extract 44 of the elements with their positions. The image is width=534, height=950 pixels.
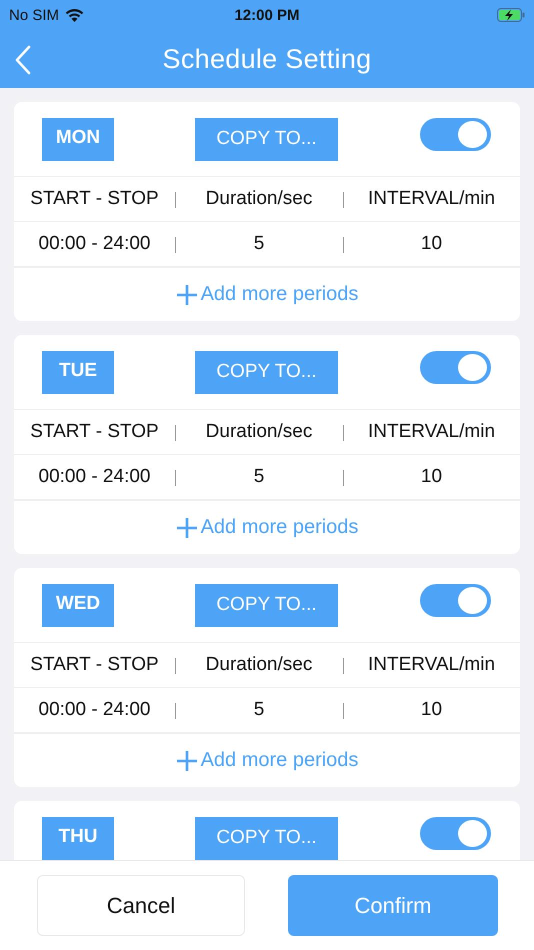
copy-to-button[interactable]: COPY TO...: [195, 584, 338, 626]
column-header: INTERVAL/min: [368, 654, 496, 675]
day-label: MON: [42, 118, 114, 160]
day-label: WED: [42, 584, 114, 626]
column-header: Duration/sec: [206, 654, 312, 675]
table-cell: 00:00 - 24:00: [38, 233, 150, 254]
column-header: INTERVAL/min: [368, 421, 496, 442]
battery-icon: [497, 8, 525, 22]
day-toggle[interactable]: [420, 351, 491, 384]
plus-icon: [176, 284, 198, 306]
copy-to-button[interactable]: COPY TO...: [195, 350, 338, 394]
column-header: Duration/sec: [206, 188, 312, 209]
table-cell: 10: [420, 699, 442, 720]
add-periods-button[interactable]: Add more periods: [14, 499, 520, 554]
clock-time: 12:00 PM: [234, 6, 300, 24]
column-header: START - STOP: [30, 188, 159, 209]
table-cell: 5: [254, 699, 264, 720]
page-title: Schedule Setting: [162, 44, 372, 74]
day-label: TUE: [42, 350, 114, 394]
add-periods-button[interactable]: Add more periods: [14, 266, 520, 321]
day-toggle[interactable]: [420, 118, 491, 151]
column-header: START - STOP: [30, 654, 159, 675]
table-cell: 10: [420, 466, 442, 487]
plus-icon: [176, 516, 198, 538]
table-cell: 00:00 - 24:00: [38, 466, 150, 487]
column-header: Duration/sec: [206, 421, 312, 442]
column-header: INTERVAL/min: [368, 188, 496, 209]
day-toggle[interactable]: [420, 817, 491, 850]
copy-to-button[interactable]: COPY TO...: [195, 816, 338, 860]
back-icon[interactable]: [14, 45, 32, 75]
table-cell: 10: [420, 233, 442, 254]
cancel-button[interactable]: Cancel: [37, 875, 245, 936]
day-label: THU: [42, 816, 114, 860]
table-cell: 00:00 - 24:00: [38, 699, 150, 720]
carrier-label: No SIM: [9, 6, 60, 24]
plus-icon: [176, 750, 198, 772]
day-toggle[interactable]: [420, 584, 491, 617]
copy-to-button[interactable]: COPY TO...: [195, 118, 338, 160]
column-header: START - STOP: [30, 421, 159, 442]
table-cell: 5: [254, 233, 264, 254]
wifi-icon: [65, 8, 84, 22]
confirm-button[interactable]: Confirm: [288, 875, 498, 936]
table-cell: 5: [254, 466, 264, 487]
add-periods-button[interactable]: Add more periods: [14, 732, 520, 787]
